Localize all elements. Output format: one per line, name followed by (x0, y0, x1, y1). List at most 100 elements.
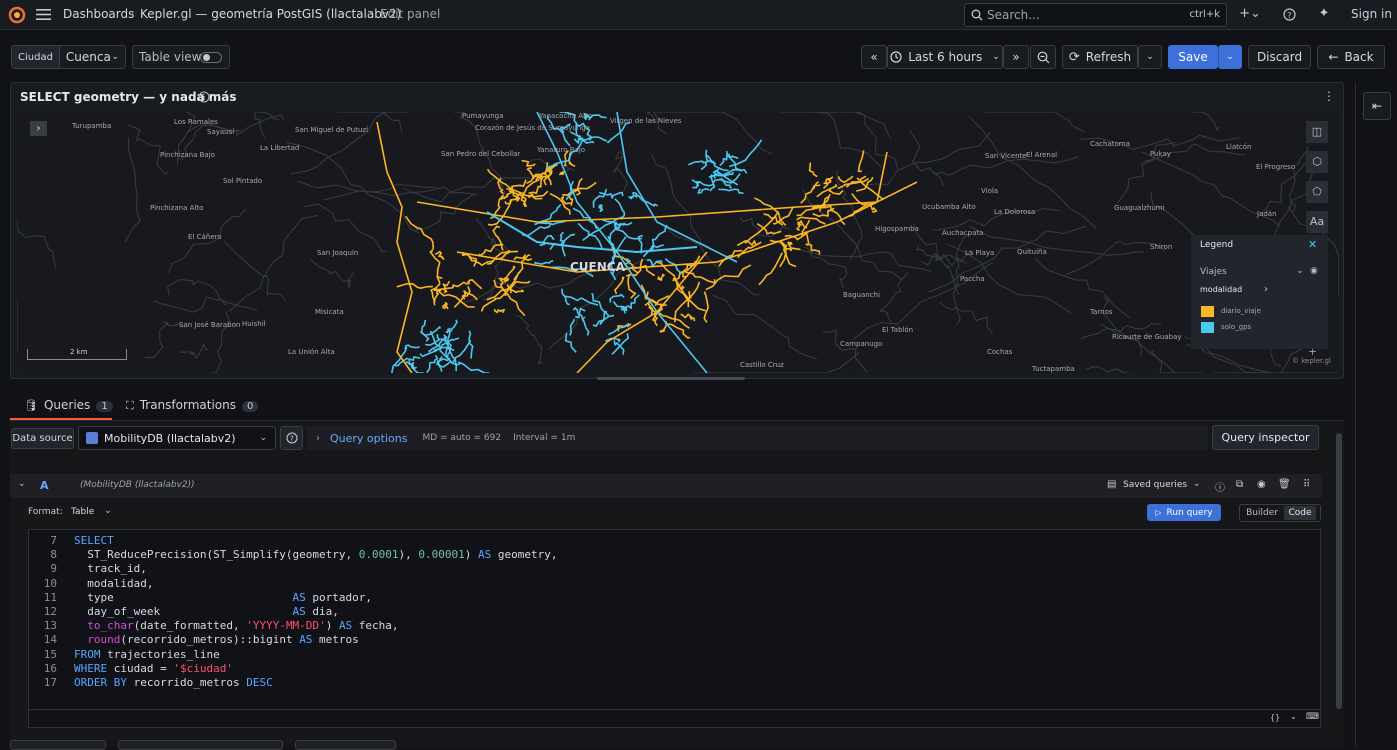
map-trip-line (522, 161, 536, 166)
table-view-toggle[interactable]: Table view (132, 45, 230, 69)
save-button[interactable]: Save (1168, 45, 1218, 69)
sql-code-editor[interactable]: 7SELECT8 ST_ReducePrecision(ST_Simplify(… (28, 529, 1321, 710)
toggle-switch[interactable] (200, 52, 222, 63)
collapse-query-icon[interactable]: ⌄ (18, 479, 26, 489)
query-options-interval: Interval = 1m (513, 433, 575, 443)
add-expression-button[interactable] (295, 740, 396, 750)
code-line: round(recorrido_metros)::bigint AS metro… (74, 633, 359, 646)
map-trip-line (757, 224, 781, 234)
saved-queries-button[interactable]: Saved queries (1123, 480, 1187, 490)
tab-queries[interactable]: 🛢Queries1 (24, 398, 113, 412)
pane-divider[interactable] (1355, 82, 1356, 747)
time-shift-forward-button[interactable]: » (1003, 45, 1029, 69)
split-map-icon[interactable]: ◫ (1306, 121, 1328, 143)
map-trip-line (599, 205, 603, 211)
keyboard-icon[interactable]: ⌨ (1306, 712, 1319, 722)
variable-ciudad[interactable]: Ciudad Cuenca ⌄ (11, 45, 126, 69)
map-road (304, 204, 387, 251)
help-icon[interactable]: ? (1283, 8, 1296, 21)
zoom-out-time-button[interactable] (1030, 45, 1056, 69)
table-view-label: Table view (139, 50, 201, 64)
editor-mode-toggle[interactable]: Builder Code (1239, 504, 1321, 522)
map-trip-line (801, 185, 820, 203)
sidebar-expand-button[interactable]: › (30, 121, 47, 136)
map-place-label: Tarnos (1090, 308, 1113, 316)
map-road (1191, 112, 1218, 130)
map-trip-line (452, 341, 471, 365)
run-query-button[interactable]: ▷Run query (1147, 504, 1221, 521)
kepler-map[interactable]: TurupambaLos RamalesSayausíSan Miguel de… (17, 112, 1339, 373)
info-icon[interactable] (198, 91, 210, 103)
chevron-down-icon[interactable]: ⌄ (1290, 712, 1297, 721)
add-icon[interactable]: +⌄ (1238, 6, 1262, 21)
discard-button[interactable]: Discard (1248, 45, 1311, 69)
map-road (168, 280, 226, 305)
trash-icon[interactable]: 🗑 (1278, 479, 1291, 490)
time-shift-back-button[interactable]: « (861, 45, 887, 69)
3d-view-icon[interactable]: ⬡ (1306, 151, 1328, 173)
map-place-label: CUENCA (570, 260, 625, 274)
chevron-down-icon[interactable]: ⌄ (1193, 479, 1201, 489)
chevron-right-icon: › (316, 433, 320, 444)
datasource-picker[interactable]: MobilityDB (llactalabv2) ⌄ (78, 426, 276, 450)
query-help-icon[interactable]: ⓘ (1215, 479, 1225, 494)
map-place-label: Auchacpata (942, 229, 983, 237)
menu-icon[interactable] (36, 8, 51, 21)
search-shortcut: ctrl+k (1190, 9, 1220, 20)
locale-icon[interactable]: Aa (1306, 211, 1328, 233)
chevron-right-icon[interactable]: › (1264, 284, 1268, 295)
eye-icon[interactable]: ◉ (1310, 266, 1318, 276)
add-from-saved-button[interactable] (118, 740, 283, 750)
draw-polygon-icon[interactable]: ⬠ (1306, 181, 1328, 203)
search-input[interactable]: Search... ctrl+k (964, 3, 1227, 27)
time-range-picker[interactable]: Last 6 hours ⌄ (887, 45, 1003, 69)
braces-icon[interactable]: {} (1270, 713, 1280, 722)
sparkle-icon[interactable]: ✦ (1316, 6, 1332, 21)
breadcrumb-separator-icon: › (130, 6, 134, 19)
breadcrumb-dashboards[interactable]: Dashboards (63, 7, 134, 21)
back-button[interactable]: ← Back (1317, 45, 1385, 69)
map-place-label: El Arenal (1026, 151, 1057, 159)
drag-handle-icon[interactable]: ⠿ (1303, 479, 1310, 490)
map-trip-line (443, 303, 448, 309)
map-trip-line (810, 163, 818, 177)
grafana-logo-icon[interactable] (8, 6, 26, 24)
code-mode-button[interactable]: Code (1284, 506, 1316, 520)
map-trip-line (427, 355, 438, 372)
code-line: WHERE ciudad = '$ciudad' (74, 662, 233, 675)
query-inspector-button[interactable]: Query inspector (1212, 425, 1319, 450)
map-place-label: Tuctapamba (1032, 365, 1075, 373)
add-query-button[interactable] (10, 740, 106, 750)
breadcrumb-dashboard[interactable]: Kepler.gl — geometría PostGIS (llactalab… (140, 7, 401, 21)
save-options-dropdown[interactable]: ⌄ (1218, 45, 1242, 69)
chevron-down-icon[interactable]: ⌄ (104, 506, 112, 516)
map-attribution: © kepler.gl (1292, 357, 1331, 365)
map-place-label: La Libertad (260, 144, 299, 152)
map-road (1085, 367, 1129, 373)
duplicate-icon[interactable]: ⧉ (1236, 479, 1243, 490)
query-options-bar[interactable]: › Query options MD = auto = 692 Interval… (307, 426, 1208, 450)
legend-title: Legend (1200, 240, 1233, 250)
chevron-down-icon[interactable]: ⌄ (1296, 266, 1304, 276)
editor-scrollbar[interactable] (1336, 433, 1342, 709)
panel-resize-handle[interactable] (597, 377, 745, 380)
map-trip-line (406, 216, 434, 249)
map-road (515, 316, 542, 364)
code-line-number: 10 (29, 577, 57, 590)
refresh-interval-dropdown[interactable]: ⌄ (1138, 45, 1162, 69)
builder-mode-button[interactable]: Builder (1240, 508, 1284, 518)
panel-menu-icon[interactable]: ⋮ (1323, 89, 1335, 103)
eye-icon[interactable]: ◉ (1257, 479, 1266, 490)
map-trip-line (820, 197, 828, 212)
tab-transformations[interactable]: ⛶Transformations0 (126, 398, 258, 413)
collapse-right-icon: ⇤ (1372, 99, 1382, 113)
datasource-help-button[interactable]: ? (280, 426, 303, 450)
query-ref-id[interactable]: A (40, 479, 49, 492)
format-select[interactable]: Table (71, 507, 94, 517)
options-pane-toggle[interactable]: ⇤ (1363, 92, 1391, 120)
close-icon[interactable]: ✕ (1308, 238, 1317, 251)
map-road (910, 131, 944, 186)
breadcrumb-separator-icon: › (368, 6, 372, 19)
sign-in-link[interactable]: Sign in (1351, 7, 1392, 21)
refresh-button[interactable]: ⟳ Refresh (1062, 45, 1138, 69)
